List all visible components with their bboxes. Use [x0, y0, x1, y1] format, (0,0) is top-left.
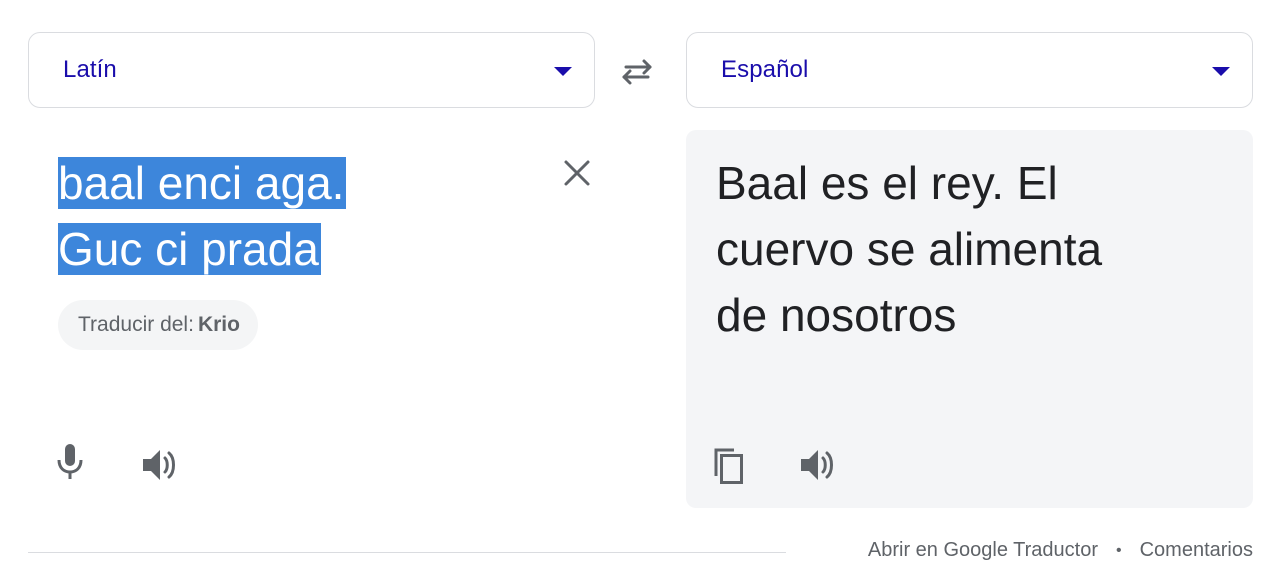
caret-down-icon	[554, 66, 572, 76]
translation-text: Baal es el rey. El cuervo se alimenta de n…	[716, 150, 1216, 348]
target-language-label: Español	[721, 56, 809, 83]
translation-line-1: Baal es el rey. El	[716, 157, 1058, 209]
translate-widget: Latín Español baal enci aga. Guc ci prada	[0, 0, 1280, 568]
source-text[interactable]: baal enci aga. Guc ci prada	[58, 150, 518, 282]
swap-arrows-icon	[622, 59, 652, 85]
copy-translation-button[interactable]	[706, 444, 750, 488]
source-language-select[interactable]: Latín	[28, 32, 595, 108]
footer-divider	[28, 552, 786, 553]
open-in-translate-link[interactable]: Abrir en Google Traductor	[868, 539, 1098, 562]
detected-language-chip[interactable]: Traducir del: Krio	[58, 300, 258, 350]
feedback-link[interactable]: Comentarios	[1140, 539, 1253, 562]
caret-down-icon	[1212, 66, 1230, 76]
listen-translation-button[interactable]	[796, 443, 840, 487]
target-language-select[interactable]: Español	[686, 32, 1253, 108]
close-icon	[564, 160, 590, 186]
translation-output-area: Baal es el rey. El cuervo se alimenta de n…	[686, 130, 1253, 508]
translation-line-3: de nosotros	[716, 289, 957, 341]
speaker-icon	[801, 450, 833, 480]
microphone-icon	[57, 444, 83, 479]
source-line-2: Guc ci prada	[58, 223, 319, 275]
copy-icon	[714, 448, 743, 484]
microphone-button[interactable]	[48, 440, 92, 484]
clear-source-button[interactable]	[558, 154, 596, 192]
source-text-area[interactable]: baal enci aga. Guc ci prada Traducir del:…	[28, 130, 595, 510]
footer-separator: •	[1116, 541, 1122, 559]
listen-source-button[interactable]	[138, 443, 182, 487]
speaker-icon	[143, 450, 175, 480]
detected-language: Krio	[197, 313, 240, 336]
footer-links: Abrir en Google Traductor • Comentarios	[868, 539, 1253, 562]
translation-line-2: cuervo se alimenta	[716, 223, 1103, 275]
source-language-label: Latín	[63, 56, 117, 83]
selected-text-highlight: baal enci aga. Guc ci prada	[58, 157, 347, 275]
detect-prefix: Traducir del:	[78, 313, 194, 336]
swap-languages-button[interactable]	[614, 52, 660, 92]
source-line-1: baal enci aga.	[58, 157, 345, 209]
